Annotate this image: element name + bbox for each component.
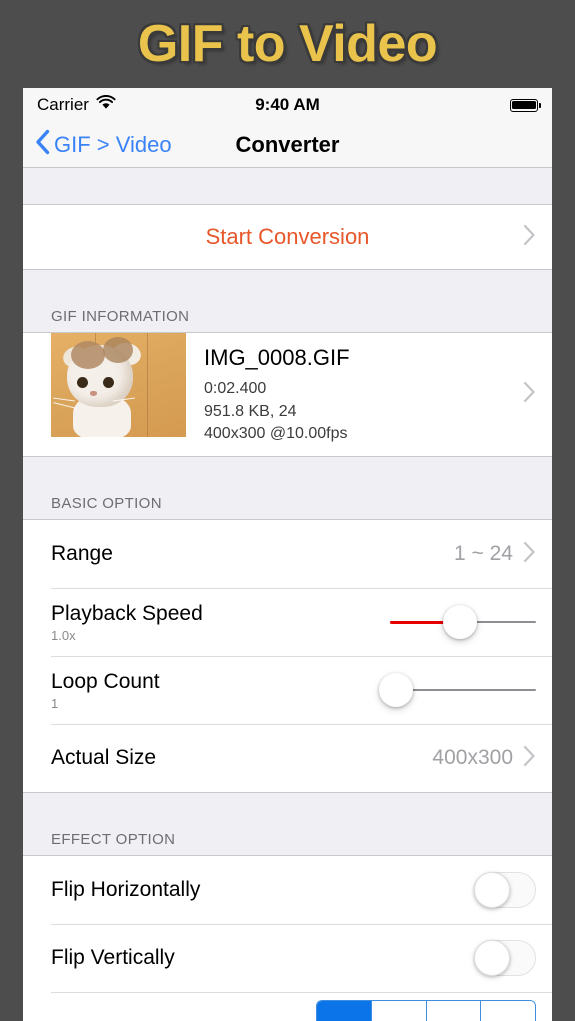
carrier-label: Carrier — [37, 95, 89, 114]
flip-vertically-toggle[interactable] — [474, 940, 536, 977]
chevron-right-icon — [523, 381, 536, 408]
back-button-label: GIF > Video — [54, 131, 172, 157]
top-spacer — [23, 168, 552, 204]
start-conversion-button[interactable]: Start Conversion — [23, 205, 552, 269]
gif-thumbnail-kitten — [51, 333, 186, 437]
promo-banner-title: GIF to Video — [137, 15, 438, 73]
start-conversion-card: Start Conversion — [23, 204, 552, 270]
gif-dimensions-fps: 400x300 @10.00fps — [204, 425, 348, 443]
phone-screen: Carrier 9:40 AM GIF > Video Converter St… — [23, 88, 552, 1021]
row-playback-speed[interactable]: Playback Speed 1.0x — [23, 588, 552, 657]
effect-option-card: Flip Horizontally Flip Vertically — [23, 855, 552, 1021]
promo-banner: GIF to Video — [0, 0, 575, 88]
row-actual-size-left: Actual Size — [51, 746, 156, 770]
row-flip-vertically[interactable]: Flip Vertically — [23, 924, 552, 993]
row-loop-count[interactable]: Loop Count 1 — [23, 656, 552, 725]
row-flip-vertically-left: Flip Vertically — [51, 946, 175, 970]
row-playback-speed-value: 1.0x — [51, 627, 76, 643]
row-actual-size-value: 400x300 — [432, 746, 513, 770]
row-range[interactable]: Range 1 ~ 24 — [23, 520, 552, 589]
row-playback-speed-left: Playback Speed 1.0x — [51, 602, 203, 643]
row-range-value: 1 ~ 24 — [454, 542, 513, 566]
gif-size-frames: 951.8 KB, 24 — [204, 402, 297, 420]
gif-metadata: IMG_0008.GIF 0:02.400 951.8 KB, 24 400x3… — [186, 333, 350, 456]
loop-count-slider-thumb[interactable] — [378, 673, 413, 708]
row-flip-horizontally[interactable]: Flip Horizontally — [23, 856, 552, 925]
row-playback-speed-label: Playback Speed — [51, 601, 203, 625]
navigation-bar: GIF > Video Converter — [23, 122, 552, 168]
loop-count-slider[interactable] — [378, 668, 536, 712]
row-range-left: Range — [51, 542, 113, 566]
settings-scroll-area[interactable]: Start Conversion GIF INFORMATION IMG_000… — [23, 168, 552, 1021]
row-loop-count-left: Loop Count 1 — [51, 670, 160, 711]
status-bar-right — [510, 98, 541, 112]
playback-speed-slider-thumb[interactable] — [443, 605, 478, 640]
wifi-icon — [96, 95, 116, 115]
rotation-segment-2[interactable] — [426, 1001, 482, 1021]
row-actual-size-label: Actual Size — [51, 746, 157, 770]
gif-info-row[interactable]: IMG_0008.GIF 0:02.400 951.8 KB, 24 400x3… — [23, 333, 552, 457]
back-button[interactable]: GIF > Video — [35, 129, 172, 161]
chevron-left-icon — [35, 129, 50, 161]
rotation-segment-0[interactable] — [317, 1001, 372, 1021]
flip-horizontally-toggle-knob — [474, 872, 510, 909]
rotation-segment-1[interactable] — [371, 1001, 427, 1021]
playback-speed-slider[interactable] — [390, 600, 536, 644]
chevron-right-icon — [523, 541, 536, 568]
gif-filename: IMG_0008.GIF — [204, 345, 350, 370]
section-header-effect-option: EFFECT OPTION — [23, 793, 552, 856]
row-loop-count-label: Loop Count — [51, 669, 160, 693]
gif-duration: 0:02.400 — [204, 380, 267, 397]
status-bar: Carrier 9:40 AM — [23, 88, 552, 122]
gif-information-card: IMG_0008.GIF 0:02.400 951.8 KB, 24 400x3… — [23, 332, 552, 458]
chevron-right-icon — [523, 745, 536, 772]
section-header-basic-option: BASIC OPTION — [23, 457, 552, 520]
row-flip-vertically-label: Flip Vertically — [51, 946, 175, 970]
row-range-label: Range — [51, 542, 113, 566]
row-loop-count-value: 1 — [51, 695, 59, 711]
status-bar-left: Carrier — [37, 95, 116, 115]
flip-horizontally-toggle[interactable] — [474, 872, 536, 909]
row-actual-size[interactable]: Actual Size 400x300 — [23, 724, 552, 793]
rotation-segmented-control[interactable] — [316, 1000, 536, 1021]
row-flip-horizontally-label: Flip Horizontally — [51, 878, 201, 902]
start-conversion-label: Start Conversion — [205, 224, 370, 249]
chevron-right-icon — [523, 224, 536, 251]
flip-vertically-toggle-knob — [474, 940, 510, 977]
row-rotation[interactable] — [23, 992, 552, 1021]
basic-option-card: Range 1 ~ 24 Playback Speed 1.0x Loop Co… — [23, 519, 552, 794]
rotation-segment-3[interactable] — [481, 1001, 535, 1021]
row-flip-horizontally-left: Flip Horizontally — [51, 878, 200, 902]
battery-full-icon — [510, 98, 541, 112]
section-header-gif-information: GIF INFORMATION — [23, 270, 552, 332]
